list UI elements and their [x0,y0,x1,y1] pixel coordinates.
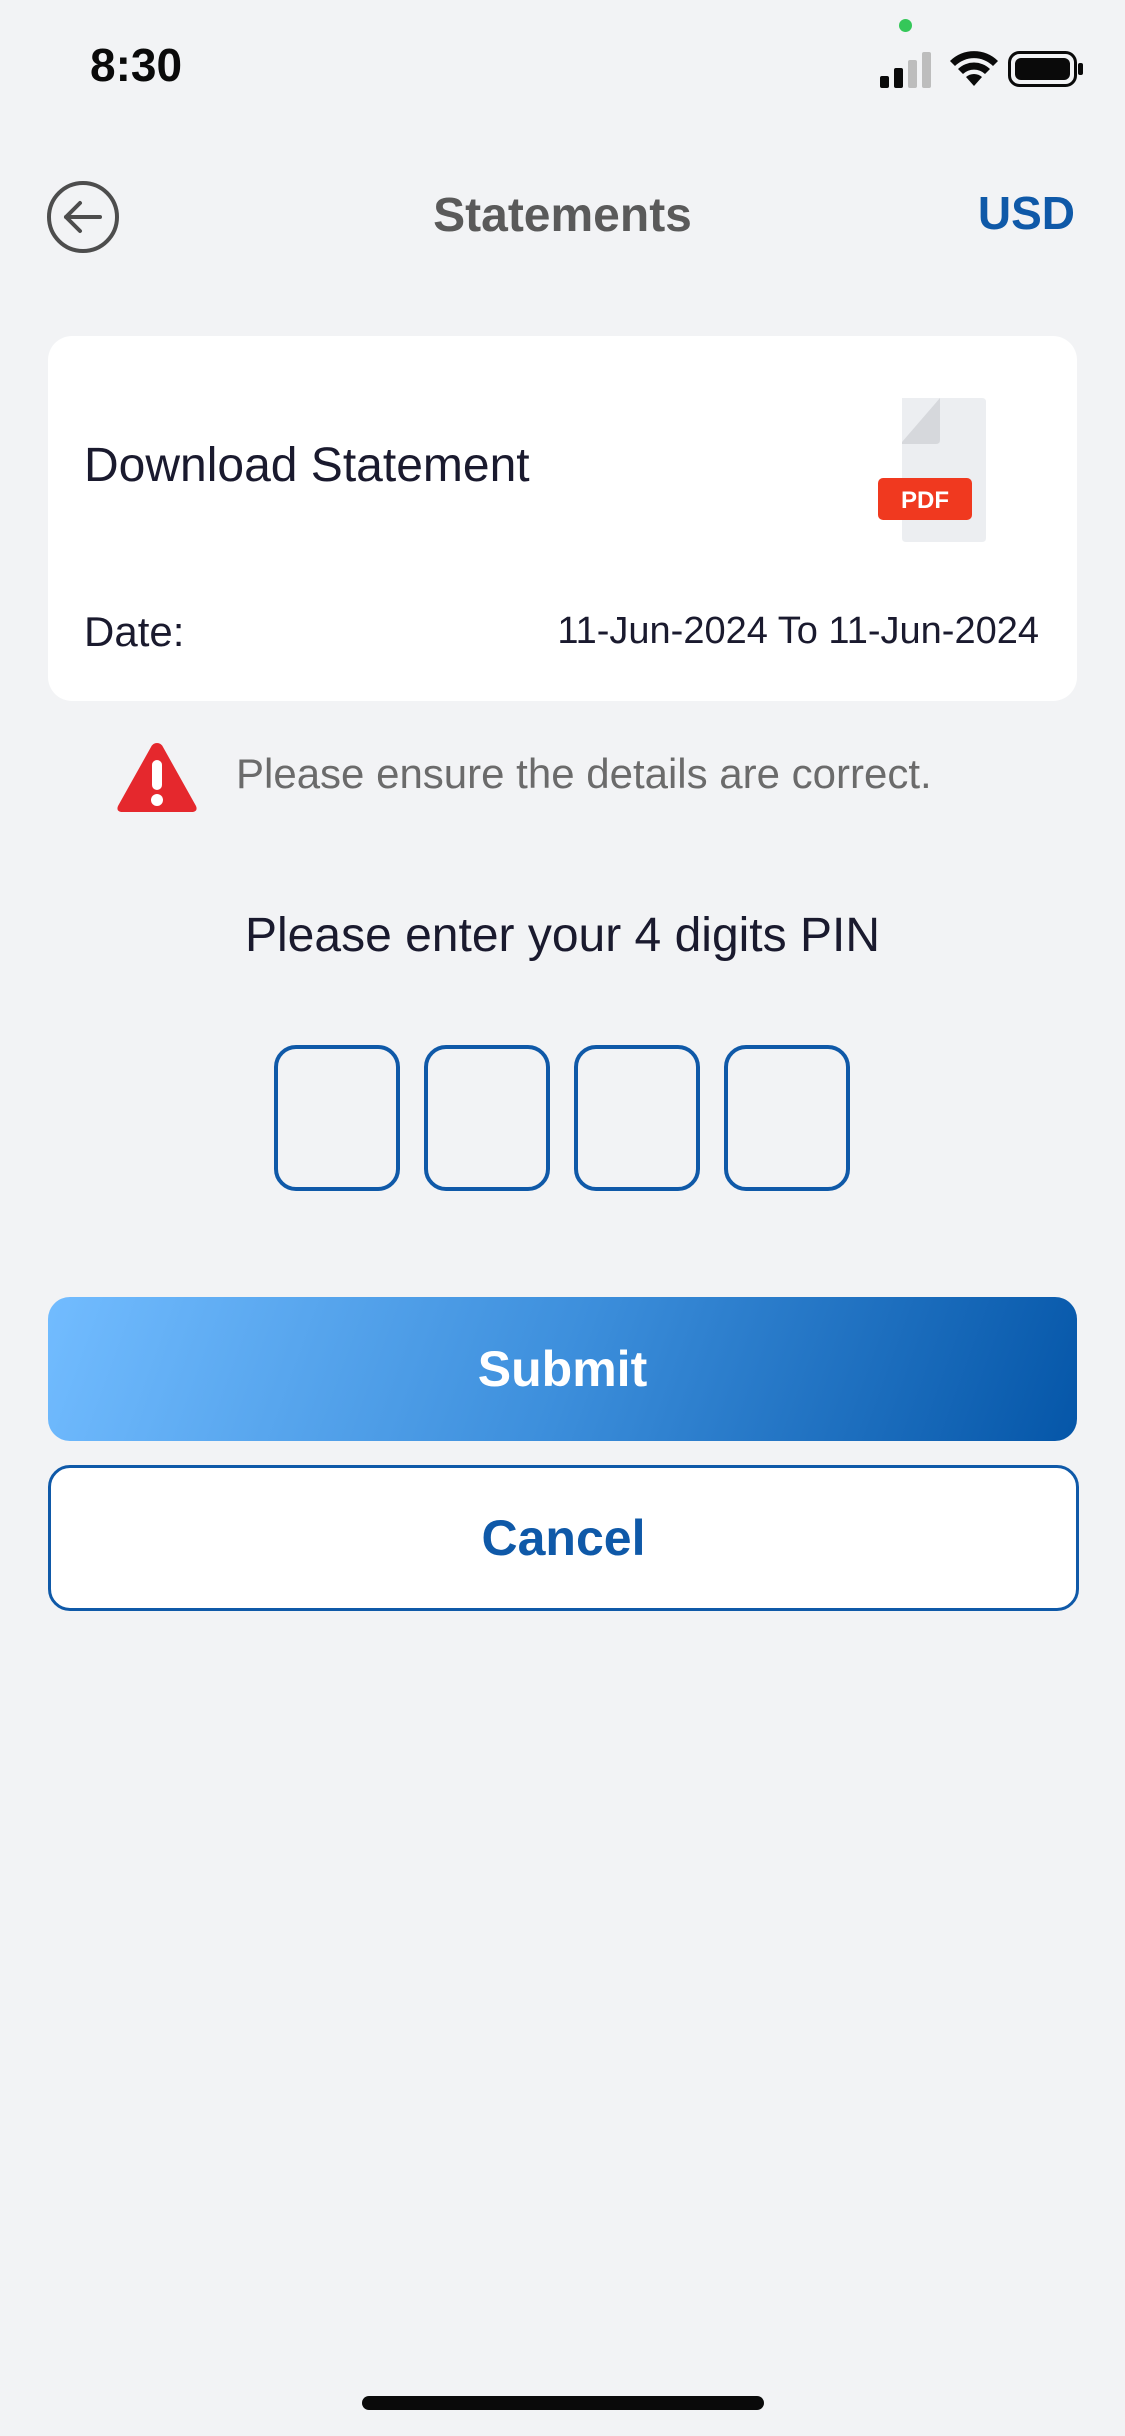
pin-digit-input-2[interactable] [424,1045,550,1191]
cancel-button[interactable]: Cancel [48,1465,1079,1611]
pin-digit-input-4[interactable] [724,1045,850,1191]
date-label: Date: [84,608,185,655]
header: Statements USD [0,170,1125,260]
pin-prompt: Please enter your 4 digits PIN [245,909,880,962]
currency-selector[interactable]: USD [978,186,1075,240]
pdf-badge-label: PDF [901,487,949,514]
page-title: Statements [433,189,692,242]
date-range-value: 11-Jun-2024 To 11-Jun-2024 [557,610,1039,652]
pin-digit-input-3[interactable] [574,1045,700,1191]
status-time: 8:30 [90,39,183,91]
status-bar: 8:30 [0,0,1125,132]
home-indicator[interactable] [362,2396,764,2410]
warning-triangle-icon [117,743,197,812]
card-title: Download Statement [84,439,530,492]
cellular-signal-icon [880,52,931,88]
warning-text: Please ensure the details are correct. [236,750,932,797]
warning-notice: Please ensure the details are correct. [0,730,1125,820]
pin-input-group [274,1045,850,1191]
pdf-file-icon[interactable]: PDF [878,396,990,542]
pin-digit-input-1[interactable] [274,1045,400,1191]
privacy-indicator-dot [899,19,912,32]
statement-card: Download Statement PDF Date: 11-Jun-2024… [48,336,1077,701]
submit-button[interactable]: Submit [48,1297,1077,1441]
battery-icon [1008,51,1083,87]
wifi-icon [950,51,998,86]
